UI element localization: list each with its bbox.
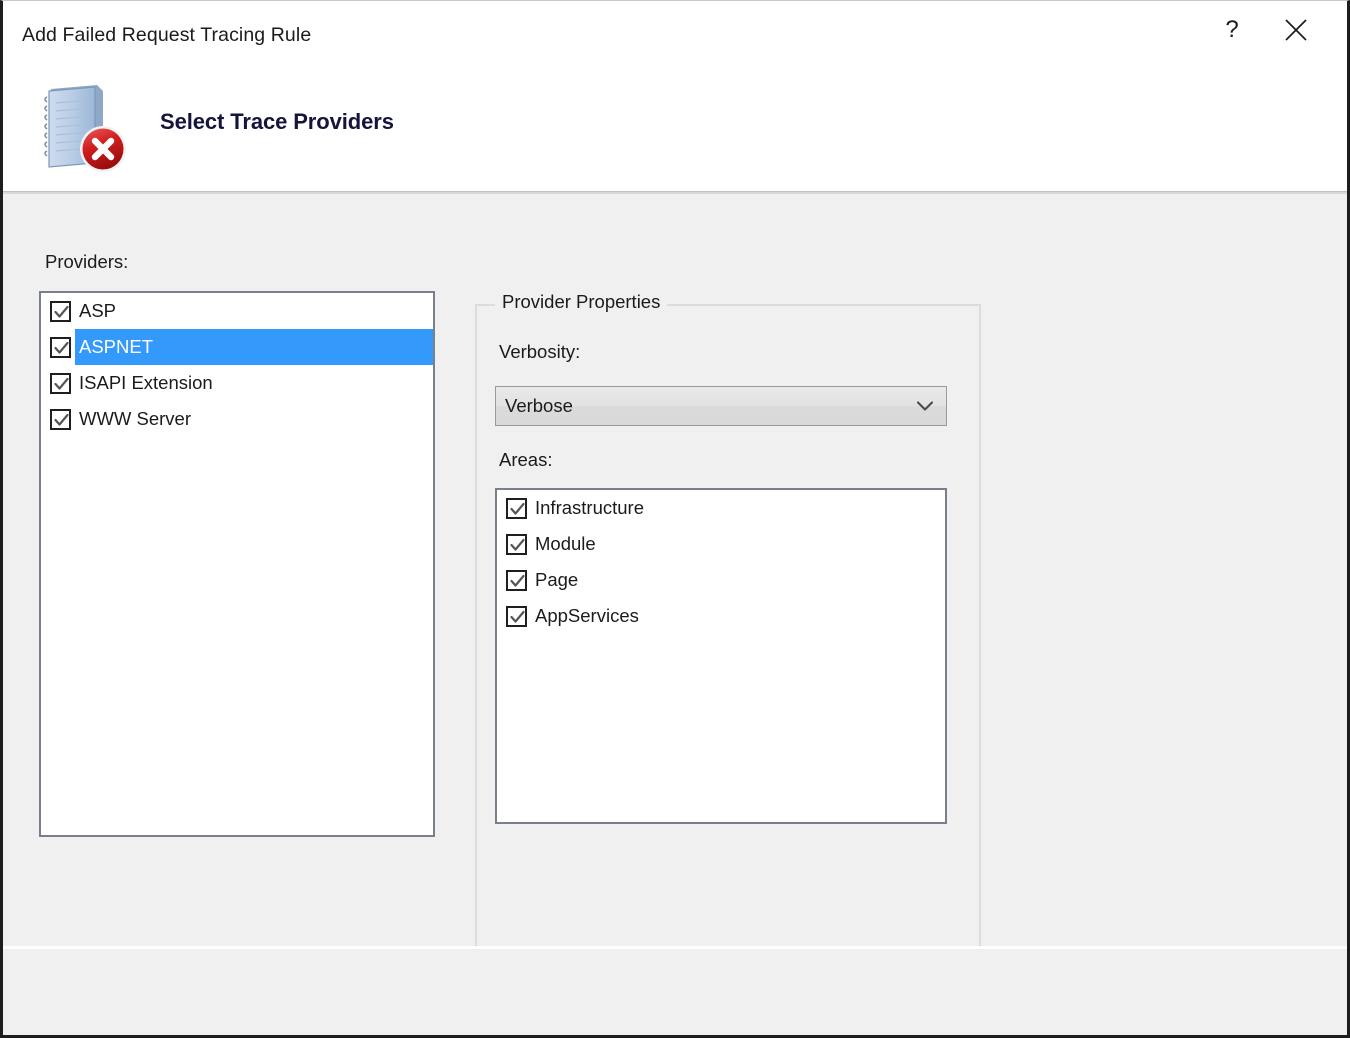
help-button[interactable]: ? <box>1201 1 1263 59</box>
provider-properties-group-title: Provider Properties <box>495 291 668 313</box>
checkbox-checked-icon[interactable] <box>506 497 527 519</box>
checkbox-checked-icon[interactable] <box>506 605 527 627</box>
list-item-label: Page <box>535 569 579 590</box>
dialog-header: Select Trace Providers <box>3 73 1347 191</box>
question-mark-icon: ? <box>1225 16 1239 43</box>
checkbox-checked-icon[interactable] <box>506 569 527 591</box>
checkbox-checked-icon[interactable] <box>50 408 71 430</box>
list-item[interactable]: Module <box>497 526 945 562</box>
list-item-label: ISAPI Extension <box>79 372 213 393</box>
checkbox-checked-icon[interactable] <box>50 300 71 322</box>
chevron-down-icon[interactable] <box>904 400 946 412</box>
notebook-error-icon <box>35 79 131 175</box>
list-item[interactable]: Page <box>497 562 945 598</box>
list-item-label: AppServices <box>535 605 639 626</box>
checkbox-checked-icon[interactable] <box>50 372 71 394</box>
add-failed-request-tracing-rule-dialog: Add Failed Request Tracing Rule ? Select… <box>0 0 1350 1038</box>
row-highlight <box>75 293 433 329</box>
list-item[interactable]: Infrastructure <box>497 490 945 526</box>
close-button[interactable] <box>1265 1 1327 59</box>
list-item[interactable]: ASPNET <box>41 329 433 365</box>
list-item[interactable]: AppServices <box>497 598 945 634</box>
list-item[interactable]: ASP <box>41 293 433 329</box>
areas-label: Areas: <box>499 449 553 470</box>
list-item-label: Infrastructure <box>535 497 644 518</box>
verbosity-selected-value: Verbose <box>505 395 573 416</box>
list-item[interactable]: WWW Server <box>41 401 433 437</box>
providers-listbox[interactable]: ASP ASPNET ISAPI Extension WWW Server <box>39 291 435 837</box>
list-item[interactable]: ISAPI Extension <box>41 365 433 401</box>
dialog-body: Providers: ASP ASPNET ISAPI Extension WW… <box>3 194 1347 1035</box>
verbosity-dropdown[interactable]: Verbose <box>495 386 947 426</box>
verbosity-label: Verbosity: <box>499 341 581 362</box>
checkbox-checked-icon[interactable] <box>50 336 71 358</box>
close-icon <box>1283 17 1309 43</box>
page-title: Select Trace Providers <box>160 109 394 134</box>
list-item-label: WWW Server <box>79 408 192 429</box>
list-item-label: ASPNET <box>79 336 154 357</box>
areas-listbox[interactable]: Infrastructure Module Page AppServices <box>495 488 947 824</box>
title-bar: Add Failed Request Tracing Rule ? <box>3 1 1347 73</box>
checkbox-checked-icon[interactable] <box>506 533 527 555</box>
list-item-label: ASP <box>79 300 117 321</box>
list-item-label: Module <box>535 533 596 554</box>
window-title: Add Failed Request Tracing Rule <box>22 24 312 46</box>
providers-label: Providers: <box>45 251 129 272</box>
dialog-footer: Previous Next Finish Cancel <box>3 949 1347 1035</box>
